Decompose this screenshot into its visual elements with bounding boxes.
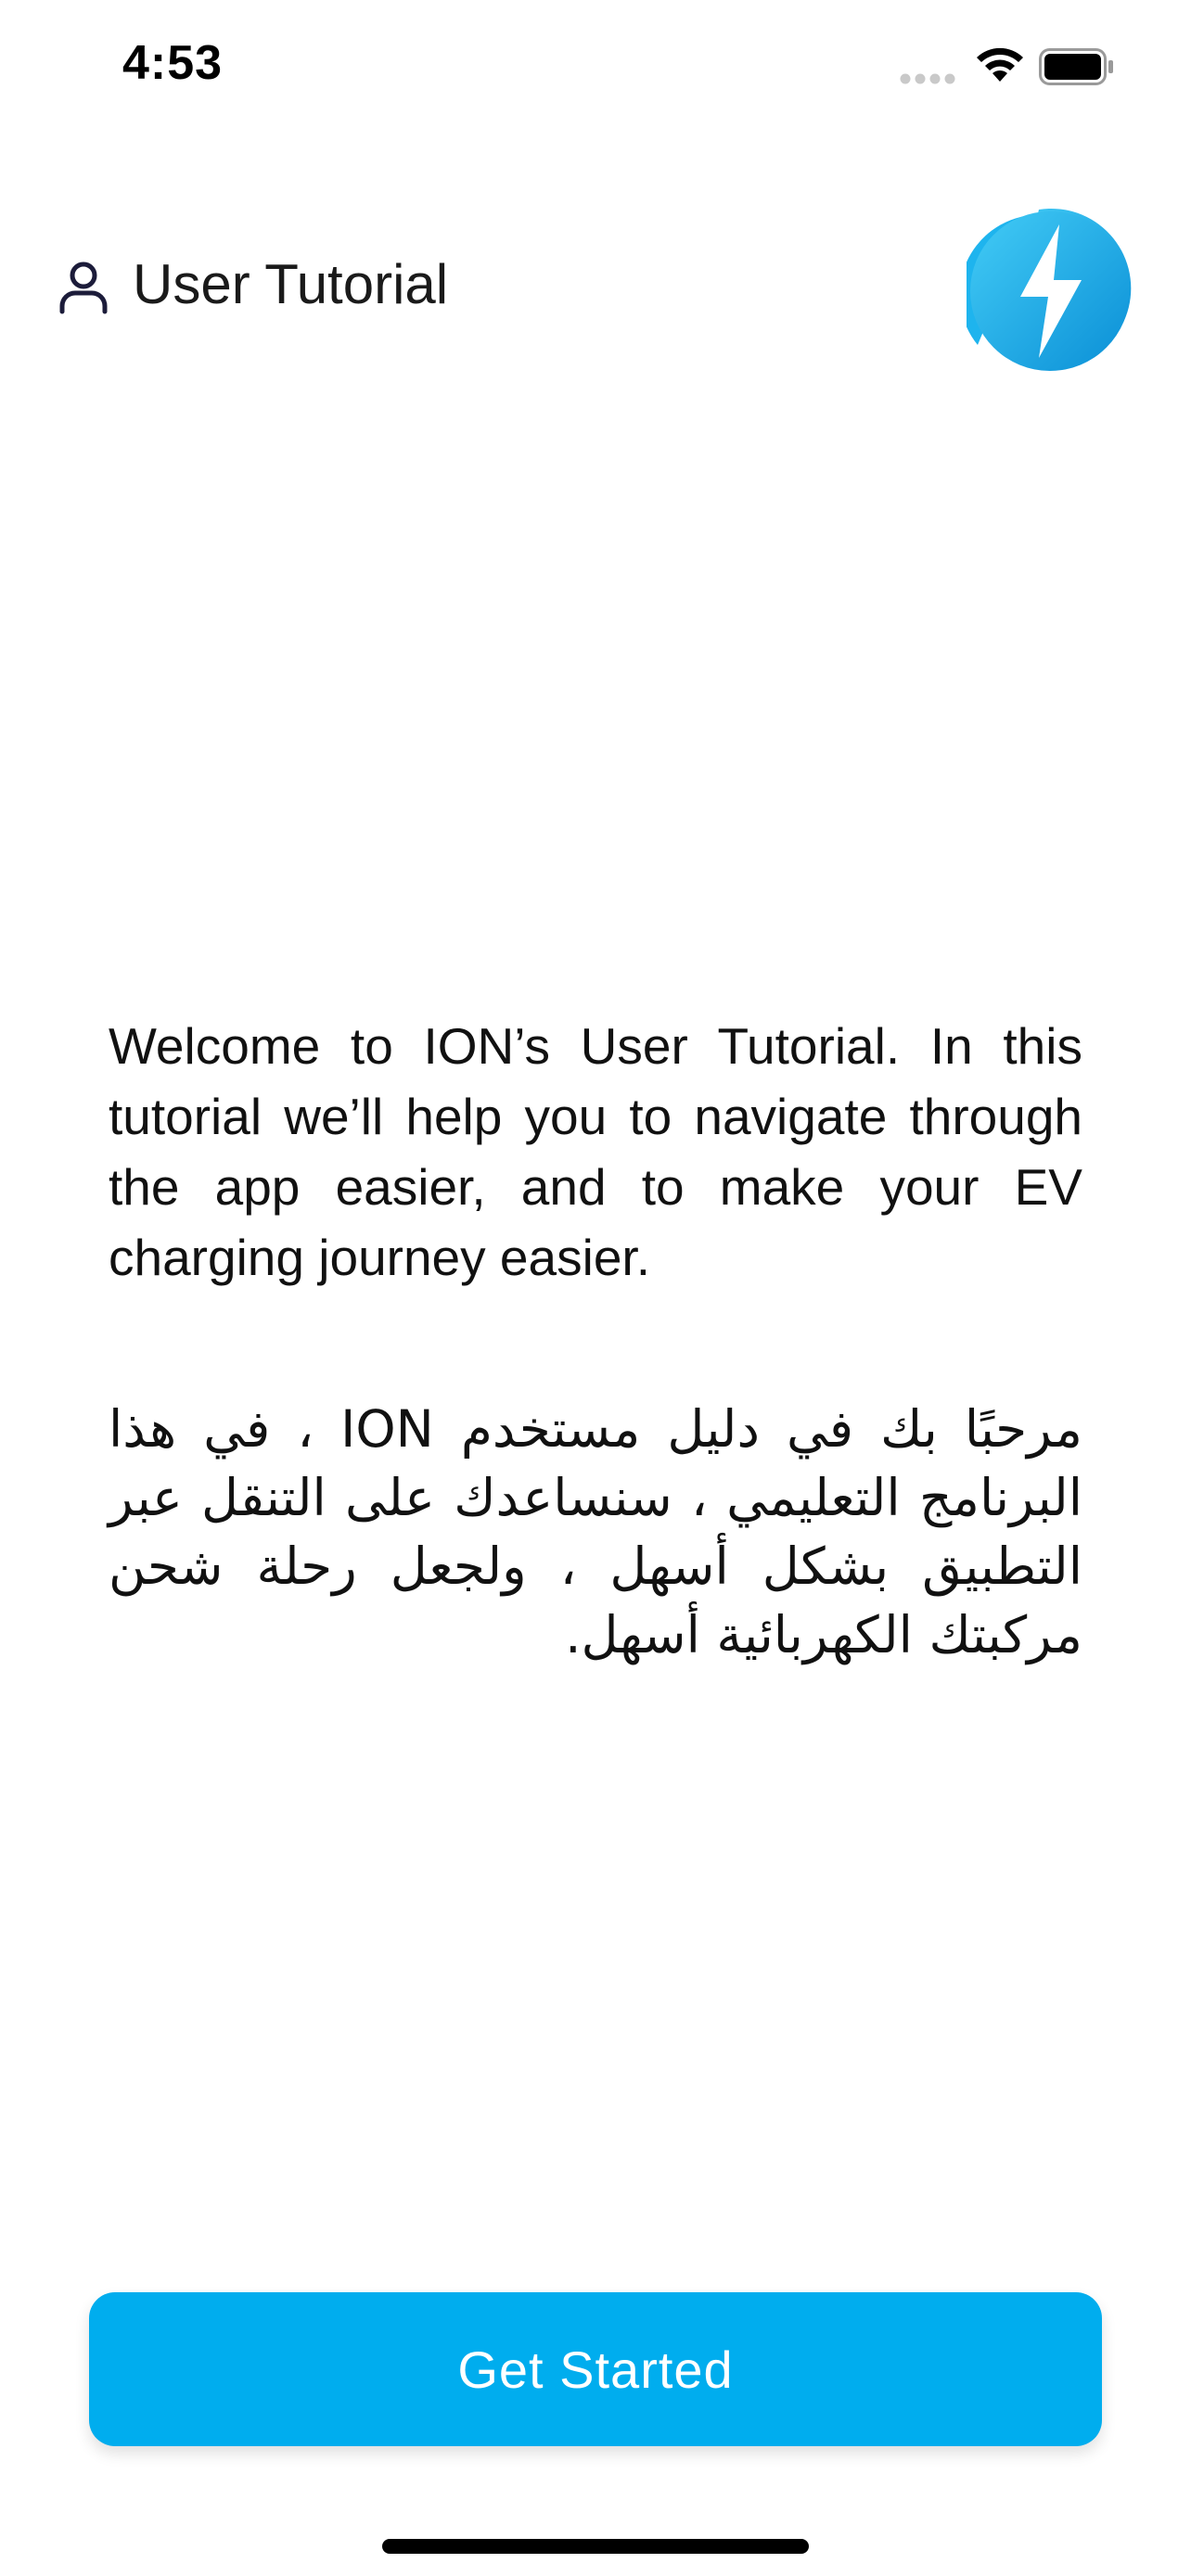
home-indicator[interactable] xyxy=(382,2539,809,2554)
status-bar: 4:53 xyxy=(0,0,1191,130)
ion-logo-icon xyxy=(967,208,1132,371)
welcome-text-english: Welcome to ION’s User Tutorial. In this … xyxy=(109,1017,1082,1286)
tutorial-intro: Welcome to ION’s User Tutorial. In this … xyxy=(109,1011,1082,1669)
get-started-label: Get Started xyxy=(457,2340,734,2399)
header: User Tutorial xyxy=(0,195,1191,380)
wifi-icon xyxy=(977,47,1023,82)
status-time: 4:53 xyxy=(122,36,224,90)
get-started-button[interactable]: Get Started xyxy=(89,2292,1102,2446)
page-title: User Tutorial xyxy=(133,253,449,315)
welcome-text-arabic: مرحبًا بك في دليل مستخدم ION ، في هذا ال… xyxy=(109,1399,1082,1664)
tutorial-screen: 4:53 User Tutorial Welcome to ION’s User… xyxy=(0,0,1191,2576)
user-icon[interactable] xyxy=(58,260,109,315)
signal-icon xyxy=(900,73,955,84)
battery-icon xyxy=(1039,48,1113,85)
